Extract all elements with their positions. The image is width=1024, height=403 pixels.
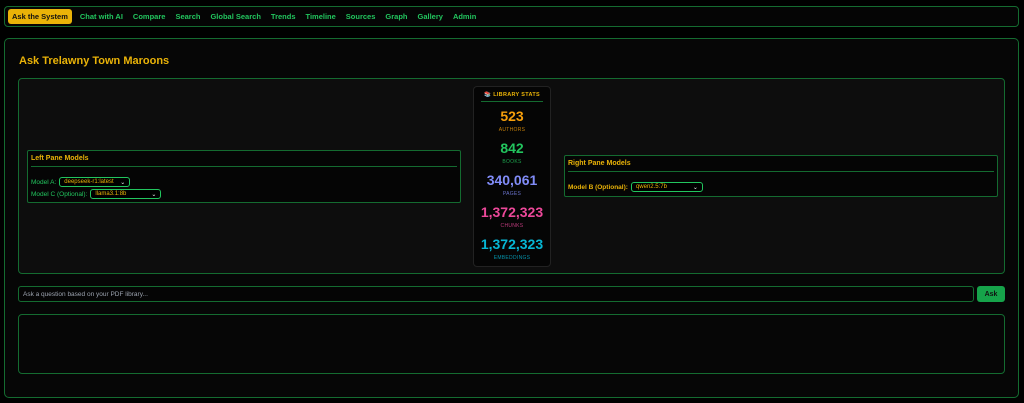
model-b-value: qwen2.5:7b: [635, 184, 667, 190]
nav-search[interactable]: Search: [175, 12, 200, 21]
model-a-value: deepseek-r1:latest: [64, 179, 114, 185]
right-pane-title: Right Pane Models: [568, 160, 631, 167]
nav-compare[interactable]: Compare: [133, 12, 166, 21]
chunks-count: 1,372,323: [480, 204, 544, 220]
answer-output: [18, 314, 1005, 374]
library-stats: 📚 LIBRARY STATS 523 AUTHORS 842 BOOKS 340…: [473, 86, 551, 267]
nav-admin[interactable]: Admin: [453, 12, 476, 21]
divider: [568, 171, 994, 172]
model-c-select[interactable]: llama3.1:8b ⌄: [90, 189, 162, 199]
chunks-label: CHUNKS: [500, 223, 524, 229]
nav-trends[interactable]: Trends: [271, 12, 296, 21]
model-c-label: Model C (Optional):: [31, 190, 88, 198]
question-input[interactable]: Ask a question based on your PDF library…: [18, 286, 974, 302]
pages-label: PAGES: [502, 191, 522, 197]
nav-gallery[interactable]: Gallery: [418, 12, 443, 21]
divider: [31, 166, 457, 167]
model-c-value: llama3.1:8b: [95, 191, 127, 197]
left-pane-models: Left Pane Models Model A: deepseek-r1:la…: [27, 150, 461, 203]
top-nav: Ask the System Chat with AI Compare Sear…: [4, 6, 1019, 27]
models-section: Left Pane Models Model A: deepseek-r1:la…: [18, 78, 1005, 274]
chevron-down-icon: ⌄: [120, 179, 126, 186]
model-b-select[interactable]: qwen2.5:7b ⌄: [630, 182, 703, 192]
library-stats-title: 📚 LIBRARY STATS: [484, 92, 540, 98]
chevron-down-icon: ⌄: [692, 184, 698, 191]
books-icon: 📚: [484, 92, 492, 98]
ask-panel: Ask Trelawny Town Maroons Left Pane Mode…: [4, 38, 1019, 398]
divider: [481, 101, 543, 102]
pages-count: 340,061: [486, 172, 538, 188]
left-pane-title: Left Pane Models: [31, 155, 89, 162]
page-title: Ask Trelawny Town Maroons: [19, 55, 170, 67]
model-b-field: Model B (Optional): qwen2.5:7b ⌄: [568, 182, 703, 192]
nav-global-search[interactable]: Global Search: [210, 12, 260, 21]
right-pane-models: Right Pane Models Model B (Optional): qw…: [564, 155, 998, 197]
books-label: BOOKS: [502, 159, 522, 165]
model-c-field: Model C (Optional): llama3.1:8b ⌄: [31, 189, 162, 199]
model-a-select[interactable]: deepseek-r1:latest ⌄: [59, 177, 131, 187]
model-a-field: Model A: deepseek-r1:latest ⌄: [31, 177, 131, 187]
authors-count: 523: [500, 108, 524, 124]
nav-ask-the-system[interactable]: Ask the System: [8, 9, 72, 24]
nav-timeline[interactable]: Timeline: [306, 12, 336, 21]
embeddings-label: EMBEDDINGS: [493, 255, 531, 261]
chevron-down-icon: ⌄: [151, 191, 157, 198]
nav-chat-with-ai[interactable]: Chat with AI: [80, 12, 123, 21]
authors-label: AUTHORS: [498, 127, 526, 133]
embeddings-count: 1,372,323: [480, 236, 544, 252]
nav-sources[interactable]: Sources: [346, 12, 376, 21]
books-count: 842: [500, 140, 524, 156]
model-b-label: Model B (Optional):: [568, 183, 628, 191]
nav-graph[interactable]: Graph: [385, 12, 407, 21]
ask-button[interactable]: Ask: [977, 286, 1005, 302]
model-a-label: Model A:: [31, 178, 57, 186]
